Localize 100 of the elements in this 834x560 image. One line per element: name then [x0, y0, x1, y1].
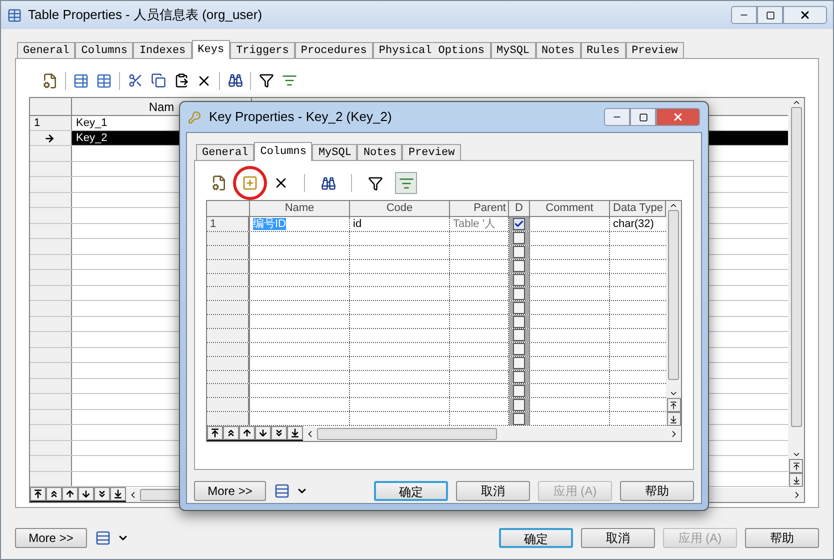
- filter-icon: [398, 176, 414, 190]
- column-header: Comment: [530, 201, 610, 216]
- move-bottom-icon: [290, 428, 300, 438]
- tab[interactable]: Preview: [402, 144, 461, 160]
- maximize-button[interactable]: [757, 6, 783, 24]
- tab[interactable]: Notes: [357, 144, 402, 160]
- scroll-thumb[interactable]: [668, 210, 679, 380]
- checkbox[interactable]: [513, 260, 525, 272]
- move-bottom-button[interactable]: [287, 426, 303, 440]
- key-icon: [188, 110, 201, 124]
- checkbox[interactable]: [513, 384, 525, 397]
- table-cell: 编号ID: [253, 218, 286, 230]
- checkbox[interactable]: [513, 343, 525, 356]
- move-up-icon: [242, 428, 252, 438]
- move-top-button[interactable]: [30, 487, 46, 502]
- tab[interactable]: Procedures: [294, 42, 373, 58]
- close-button[interactable]: [783, 6, 827, 24]
- checkbox[interactable]: [513, 412, 525, 425]
- checkbox[interactable]: [513, 357, 525, 370]
- dialog-button[interactable]: 确定: [374, 481, 448, 501]
- move-bottom-icon: [113, 489, 123, 500]
- tab[interactable]: Notes: [536, 42, 581, 58]
- move-bottom-icon: [669, 414, 678, 424]
- scroll-top-button[interactable]: [789, 459, 803, 474]
- checkbox[interactable]: [513, 371, 525, 384]
- page-up-icon: [49, 489, 59, 500]
- maximize-icon: [638, 112, 648, 122]
- tab[interactable]: Preview: [626, 42, 684, 58]
- move-up-button[interactable]: [239, 426, 255, 440]
- properties-icon: [42, 72, 58, 89]
- more-button[interactable]: More >>: [15, 528, 87, 548]
- vertical-scrollbar[interactable]: [666, 201, 681, 398]
- column-header: Name: [250, 201, 350, 216]
- add-columns-icon: [242, 175, 258, 191]
- tab[interactable]: Columns: [75, 42, 134, 58]
- checkbox[interactable]: [513, 302, 525, 314]
- paste-icon: [174, 73, 188, 88]
- checkbox[interactable]: [513, 316, 525, 328]
- current-row-icon: [44, 132, 55, 144]
- search-icon: [320, 176, 336, 190]
- scroll-down-icon: [669, 389, 678, 398]
- tab[interactable]: Columns: [254, 142, 312, 161]
- page-down-button[interactable]: [271, 426, 287, 440]
- page-up-icon: [226, 428, 236, 438]
- table-cell: char(32): [613, 218, 654, 230]
- checkbox[interactable]: [513, 329, 525, 342]
- dialog-button[interactable]: 确定: [499, 528, 573, 548]
- tab[interactable]: MySQL: [490, 42, 536, 58]
- table-cell: id: [353, 218, 362, 230]
- page-up-button[interactable]: [46, 487, 62, 502]
- checkbox[interactable]: [513, 288, 525, 300]
- dialog-button[interactable]: 取消: [581, 528, 655, 548]
- column-header: D: [509, 201, 530, 216]
- move-top-button[interactable]: [207, 426, 223, 440]
- table-cell: Table '人: [453, 218, 496, 230]
- copy-icon: [150, 73, 166, 88]
- properties-icon: [211, 175, 227, 191]
- dialog-button[interactable]: 帮助: [745, 528, 819, 548]
- filter-icon: [282, 73, 296, 88]
- tab[interactable]: Rules: [580, 42, 626, 58]
- page-up-button[interactable]: [223, 426, 239, 440]
- tab[interactable]: Triggers: [230, 42, 295, 58]
- dialog-button[interactable]: 帮助: [620, 481, 694, 501]
- checkbox[interactable]: [513, 218, 525, 230]
- move-top-icon: [792, 462, 800, 471]
- scroll-top-button[interactable]: [666, 398, 680, 412]
- maximize-button[interactable]: [630, 108, 656, 126]
- more-button[interactable]: More >>: [194, 481, 266, 501]
- page-down-button[interactable]: [94, 487, 110, 502]
- checkbox[interactable]: [513, 398, 525, 411]
- move-bottom-button[interactable]: [110, 487, 126, 502]
- move-down-icon: [258, 428, 268, 438]
- tab[interactable]: Physical Options: [372, 42, 491, 58]
- scroll-bottom-button[interactable]: [666, 412, 680, 426]
- checkbox[interactable]: [513, 274, 525, 286]
- scroll-thumb[interactable]: [790, 107, 802, 428]
- tab[interactable]: Indexes: [133, 42, 192, 58]
- column-header: Code: [350, 201, 450, 216]
- dialog-button[interactable]: 取消: [456, 481, 530, 501]
- tab[interactable]: General: [17, 42, 76, 58]
- move-bottom-icon: [792, 476, 800, 485]
- filter-button[interactable]: [395, 172, 417, 194]
- page-down-icon: [274, 428, 284, 438]
- scroll-thumb[interactable]: [317, 428, 497, 440]
- window-title: Table Properties - 人员信息表 (org_user): [28, 6, 262, 24]
- horizontal-scrollbar[interactable]: [303, 426, 681, 440]
- move-down-button[interactable]: [78, 487, 94, 502]
- move-up-button[interactable]: [62, 487, 78, 502]
- row-number: 1: [210, 218, 216, 230]
- close-icon: [672, 111, 684, 123]
- tab[interactable]: MySQL: [312, 144, 358, 160]
- add-row-icon: [96, 72, 112, 89]
- scroll-bottom-button[interactable]: [789, 473, 803, 488]
- tab[interactable]: General: [196, 144, 254, 160]
- tab[interactable]: Keys: [192, 40, 230, 59]
- move-down-button[interactable]: [255, 426, 271, 440]
- cut-icon: [128, 73, 142, 88]
- checkbox[interactable]: [513, 246, 525, 258]
- checkbox[interactable]: [513, 232, 525, 244]
- search-icon: [228, 73, 242, 88]
